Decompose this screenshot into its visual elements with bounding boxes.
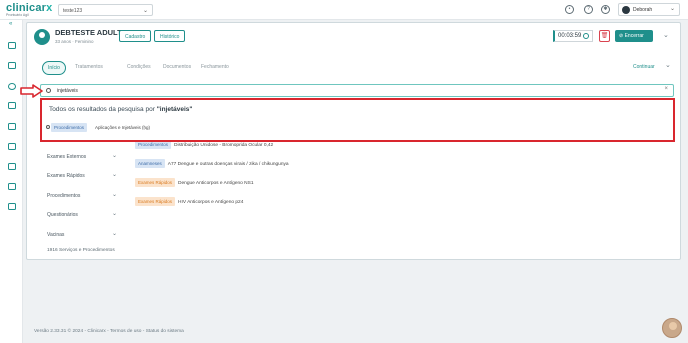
list-item[interactable]: Exames Rápidos Dengue Anticorpos e Antíge… (135, 178, 254, 187)
chevron-down-icon[interactable]: ⌄ (663, 31, 669, 39)
annotation-arrow-icon (20, 84, 43, 98)
list-item[interactable]: Anamneses A77 Dengue e outras doenças vir… (135, 159, 289, 168)
chart-icon[interactable] (8, 123, 16, 130)
chevron-down-icon: ⌄ (669, 6, 675, 12)
unit-select-value: teste123 (63, 8, 83, 14)
consultation-timer: 00:03:59 (553, 30, 593, 42)
search-icon (46, 88, 51, 93)
trash-icon[interactable]: 🗑 (599, 30, 610, 42)
tab-fechamento[interactable]: Fechamento (196, 61, 234, 73)
results-title: Todos os resultados da pesquisa por "inj… (49, 106, 192, 113)
user-menu[interactable]: Deborah ⌄ (618, 3, 680, 16)
chevron-down-icon[interactable]: ⌄ (112, 152, 117, 159)
sidebar: « (0, 20, 23, 343)
report-search-icon[interactable] (8, 203, 16, 210)
search-results-dropdown: Todos os resultados da pesquisa por "inj… (40, 98, 675, 142)
item-text: Distribuição Unidose - Bromoprida Ocular… (174, 143, 274, 148)
chevron-down-icon[interactable]: ⌄ (112, 191, 117, 198)
category-exames-externos[interactable]: Exames Externos (47, 154, 86, 160)
list-item[interactable]: Exames Rápidos HIV Anticorpos e Antígeno … (135, 197, 243, 206)
home-icon[interactable] (8, 42, 16, 49)
register-button[interactable]: Cadastro (119, 30, 152, 42)
user-name: Deborah (633, 7, 653, 13)
help-icon[interactable]: ? (584, 5, 593, 14)
search-input[interactable]: injetáveis × (40, 84, 674, 97)
category-vacinas[interactable]: Vacinas (47, 232, 64, 238)
unit-select[interactable]: teste123 ⌄ (58, 4, 153, 16)
folder-icon[interactable] (8, 143, 16, 150)
tab-condicoes[interactable]: Condições (122, 61, 156, 73)
bell-icon[interactable]: • (565, 5, 574, 14)
item-badge: Exames Rápidos (135, 178, 176, 187)
results-title-prefix: Todos os resultados da pesquisa por (49, 106, 155, 113)
end-consultation-button[interactable]: ⊘ Encerrar (615, 30, 653, 42)
timer-value: 00:03:59 (558, 33, 582, 39)
pause-icon[interactable] (583, 33, 589, 39)
sidebar-toggle-icon[interactable]: « (9, 21, 12, 27)
consultation-card: DEBTESTE ADULTO 33 anos · Feminino Cadas… (26, 22, 681, 260)
search-icon (46, 125, 50, 129)
item-badge: Exames Rápidos (135, 197, 176, 206)
patient-avatar (34, 29, 50, 45)
category-questionarios[interactable]: Questionários (47, 212, 78, 218)
app-logo-subtitle: Prontuário Agil (6, 13, 29, 17)
heart-icon[interactable] (8, 83, 16, 90)
item-text: Dengue Anticorpos e Antígeno NS1 (178, 181, 254, 186)
id-card-icon[interactable] (8, 183, 16, 190)
chevron-down-icon[interactable]: ⌄ (112, 230, 117, 237)
total-services-label: 1916 Serviços e Procedimentos (47, 248, 115, 253)
search-value: injetáveis (57, 88, 78, 94)
tab-tratamentos[interactable]: Tratamentos (70, 61, 108, 73)
chevron-down-icon[interactable]: ⌄ (112, 171, 117, 178)
result-text: Aplicações e Injetáveis (ḥg) (95, 125, 151, 130)
calendar-icon[interactable] (8, 102, 16, 109)
continue-link[interactable]: Continuar (633, 64, 655, 70)
building-icon[interactable] (8, 163, 16, 170)
user-avatar (622, 6, 630, 14)
results-title-query: "injetáveis" (156, 106, 193, 113)
patient-info: 33 anos · Feminino (55, 39, 94, 44)
item-badge: Anamneses (135, 159, 165, 168)
chevron-down-icon[interactable]: ⌄ (665, 61, 671, 69)
category-procedimentos[interactable]: Procedimentos (47, 193, 80, 199)
history-button[interactable]: Histórico (154, 30, 186, 42)
close-icon[interactable]: × (664, 86, 668, 92)
patient-name: DEBTESTE ADULTO (55, 28, 128, 37)
tab-inicio[interactable]: Início (42, 61, 66, 75)
gear-icon[interactable]: ✱ (601, 5, 610, 14)
result-badge: Procedimentos (51, 123, 88, 132)
footer: Versão 2.33.31 © 2024 - Clinicarx - Term… (34, 329, 184, 334)
category-exames-rapidos[interactable]: Exames Rápidos (47, 173, 85, 179)
support-chat-avatar[interactable] (662, 318, 682, 338)
tab-documentos[interactable]: Documentos (158, 61, 196, 73)
top-bar: clinicarx Prontuário Agil teste123 ⌄ • ?… (0, 0, 688, 20)
item-text: HIV Anticorpos e Antígeno p24 (178, 200, 244, 205)
item-text: A77 Dengue e outras doenças virais / zik… (167, 162, 289, 167)
stethoscope-icon[interactable] (8, 62, 16, 69)
chevron-down-icon[interactable]: ⌄ (112, 210, 117, 217)
chevron-down-icon: ⌄ (142, 8, 148, 14)
end-label: Encerrar (624, 33, 644, 39)
